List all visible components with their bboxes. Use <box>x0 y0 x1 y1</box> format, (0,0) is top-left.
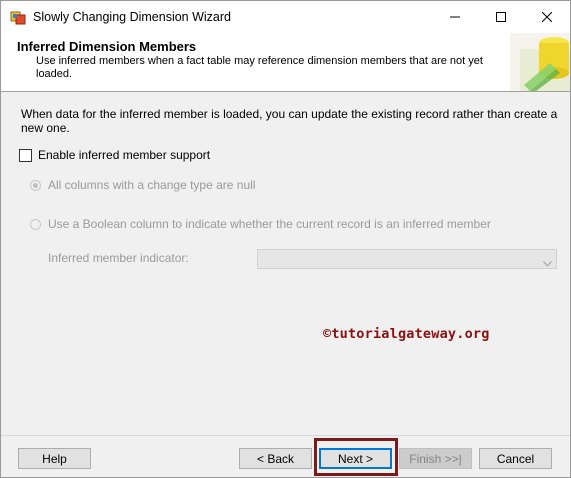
maximize-button[interactable] <box>478 1 524 33</box>
back-button[interactable]: < Back <box>239 448 312 469</box>
page-title: Inferred Dimension Members <box>17 39 197 54</box>
title-bar[interactable]: Slowly Changing Dimension Wizard <box>1 1 570 33</box>
inferred-indicator-label: Inferred member indicator: <box>48 251 189 265</box>
watermark-text: ©tutorialgateway.org <box>323 326 490 342</box>
radio-null-columns-row[interactable]: All columns with a change type are null <box>30 178 255 192</box>
wizard-app-icon <box>10 9 26 25</box>
wizard-content: When data for the inferred member is loa… <box>1 92 570 435</box>
next-button[interactable]: Next > <box>319 448 392 469</box>
close-icon <box>542 12 552 22</box>
minimize-button[interactable] <box>432 1 478 33</box>
chevron-down-icon <box>543 256 552 270</box>
enable-inferred-label: Enable inferred member support <box>38 148 211 162</box>
wizard-window: Slowly Changing Dimension Wizard Inferre… <box>0 0 571 478</box>
cancel-button[interactable]: Cancel <box>479 448 552 469</box>
radio-null-columns[interactable] <box>30 179 41 191</box>
page-description: Use inferred members when a fact table m… <box>36 55 483 80</box>
close-button[interactable] <box>524 1 570 33</box>
window-title: Slowly Changing Dimension Wizard <box>33 10 231 24</box>
radio-null-columns-label: All columns with a change type are null <box>48 178 256 192</box>
enable-inferred-checkbox-row[interactable]: Enable inferred member support <box>19 148 210 162</box>
inferred-indicator-dropdown[interactable] <box>257 249 557 269</box>
minimize-icon <box>450 12 460 22</box>
maximize-icon <box>496 12 506 22</box>
wizard-header: Inferred Dimension Members Use inferred … <box>1 33 570 92</box>
help-button[interactable]: Help <box>18 448 91 469</box>
radio-boolean-column[interactable] <box>30 218 41 230</box>
radio-boolean-column-label: Use a Boolean column to indicate whether… <box>48 217 491 231</box>
database-graphic-icon <box>510 33 570 91</box>
finish-button: Finish >>| <box>399 448 472 469</box>
info-text: When data for the inferred member is loa… <box>21 107 558 135</box>
radio-boolean-column-row[interactable]: Use a Boolean column to indicate whether… <box>30 217 491 231</box>
wizard-footer: Help < Back Next > Finish >>| Cancel <box>1 435 570 478</box>
enable-inferred-checkbox[interactable] <box>19 148 32 162</box>
